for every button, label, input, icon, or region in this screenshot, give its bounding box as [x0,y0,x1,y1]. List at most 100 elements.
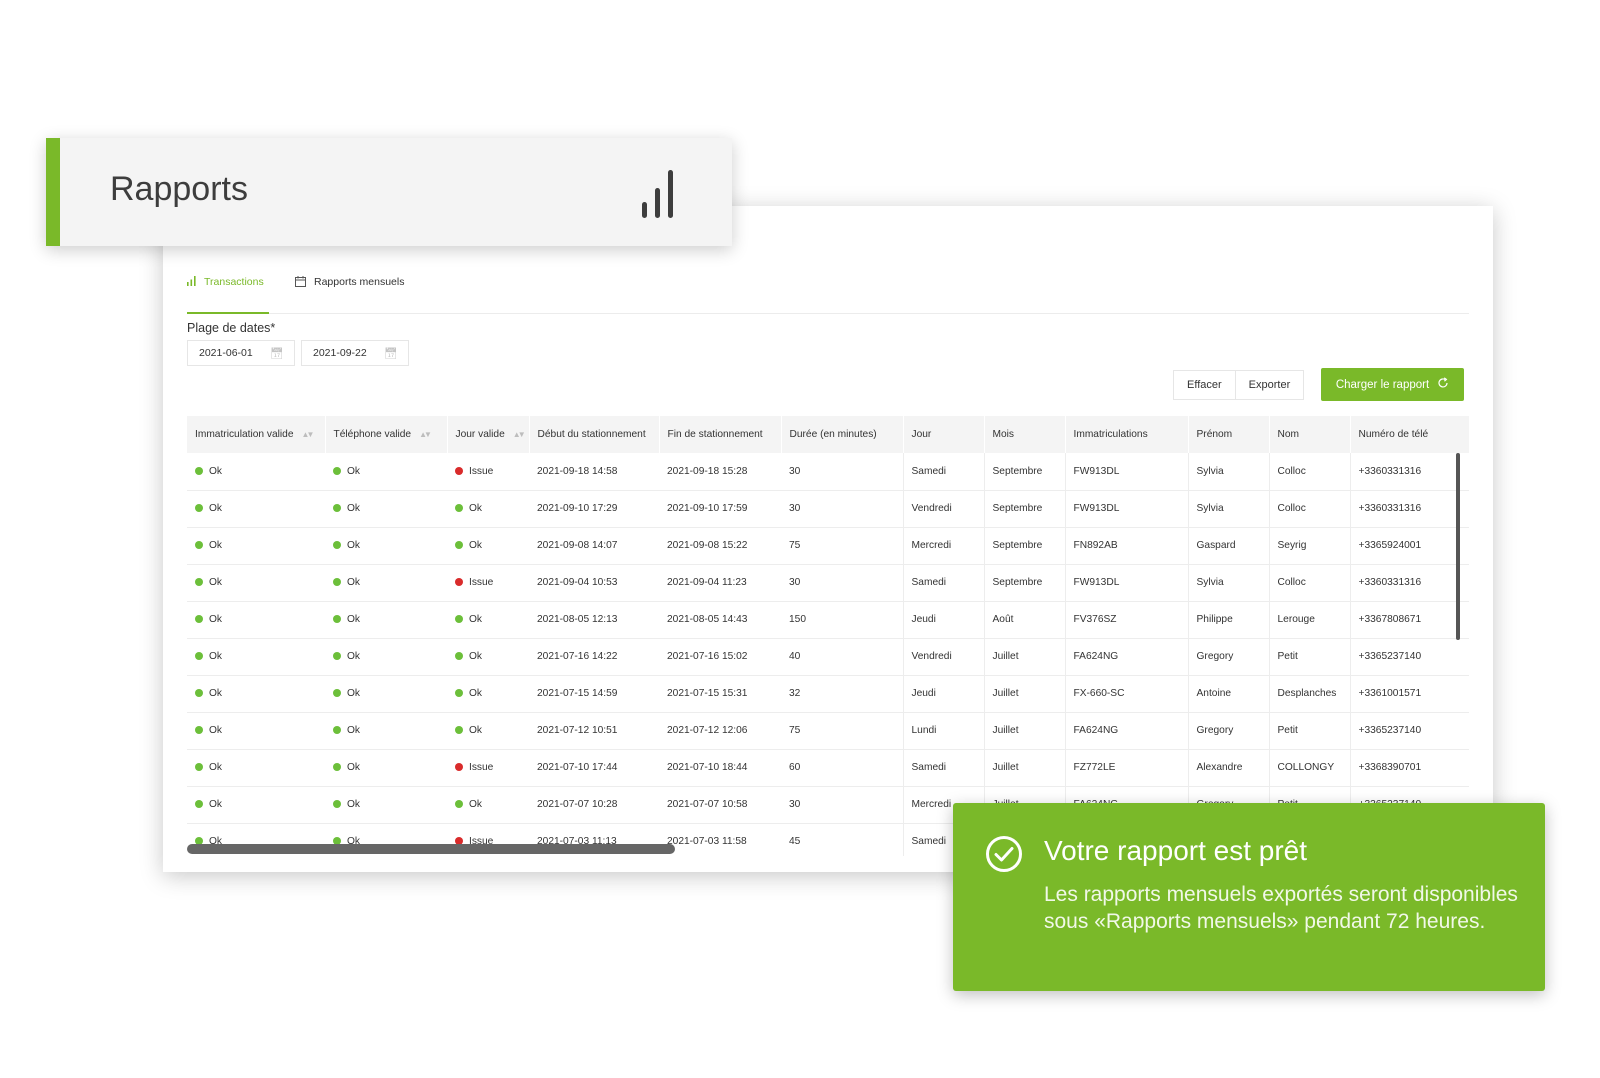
cell-value: 2021-07-15 14:59 [537,688,618,699]
table-cell: FW913DL [1065,453,1189,491]
cell-value: Ok [347,465,361,477]
status-ok-dot [333,578,341,586]
cell-value: 2021-07-16 15:02 [667,651,748,662]
export-button[interactable]: Exporter [1234,371,1304,399]
cell-value: 2021-07-16 14:22 [537,651,618,662]
table-cell: Ok [187,453,325,491]
table-cell: Ok [447,675,529,713]
table-cell: Ok [325,749,447,787]
status-issue-dot [455,763,463,771]
cell-value: Ok [209,503,223,514]
cell-value: Ok [347,577,361,588]
table-cell: Sylvia [1188,564,1270,602]
cell-value: Septembre [992,503,1043,514]
status-ok-dot [333,726,341,734]
table-cell: Ok [447,490,529,528]
table-cell: Ok [447,601,529,639]
table-cell: Ok [447,786,529,824]
table-cell: Antoine [1188,675,1270,713]
status-ok-dot [195,763,203,771]
tab-rapports-mensuels[interactable]: Rapports mensuels [295,276,404,314]
table-cell: Ok [187,601,325,639]
cell-value: Gaspard [1196,540,1236,551]
status-ok-dot [195,726,203,734]
sort-icon[interactable]: ▲▼ [419,430,432,439]
column-header-label: Téléphone valide [333,429,412,440]
table-cell: 2021-09-10 17:59 [659,490,781,528]
status-ok-dot [195,504,203,512]
status-ok-dot [333,652,341,660]
date-to-value: 2021-09-22 [313,347,367,359]
cell-value: FV376SZ [1073,614,1117,625]
table-row[interactable]: Ok Ok Ok 2021-07-15 14:59 2021-07-15 15:31 32… [187,675,1469,713]
table-cell: Juillet [984,675,1066,713]
column-header-label: Fin de stationnement [667,429,763,440]
column-header-label: Prénom [1196,429,1233,440]
table-cell: FN892AB [1065,527,1189,565]
load-report-button[interactable]: Charger le rapport [1321,368,1464,401]
date-from-input[interactable]: 2021-06-01 📅︎ [187,340,295,366]
table-cell: FX-660-SC [1065,675,1189,713]
cell-value: Juillet [992,651,1019,662]
column-header: Durée (en minutes) [781,416,904,453]
table-cell: Juillet [984,638,1066,676]
tab-transactions[interactable]: Transactions [187,276,269,314]
table-row[interactable]: Ok Ok Issue 2021-07-10 17:44 2021-07-10 18:4… [187,749,1469,787]
table-cell: Ok [325,638,447,676]
cell-value: FA624NG [1073,651,1119,662]
table-row[interactable]: Ok Ok Ok 2021-08-05 12:13 2021-08-05 14:43 15… [187,601,1469,639]
cell-value: 2021-07-12 10:51 [537,725,618,736]
horizontal-scrollbar[interactable] [187,844,675,854]
table-cell: Gregory [1188,712,1270,750]
column-header[interactable]: Téléphone valide ▲▼ [325,416,448,453]
cell-value: 30 [789,503,801,514]
cell-value: 40 [789,651,801,662]
sort-icon[interactable]: ▲▼ [513,430,526,439]
check-circle-icon [985,835,1023,878]
status-ok-dot [333,800,341,808]
column-header-label: Mois [992,429,1015,440]
column-header-label: Début du stationnement [537,429,646,440]
clear-button[interactable]: Effacer [1174,371,1235,399]
table-row[interactable]: Ok Ok Ok 2021-07-16 14:22 2021-07-16 15:02 40… [187,638,1469,676]
status-ok-dot [333,466,341,475]
cell-value: Ok [469,799,483,810]
cell-value: 75 [789,725,801,736]
column-header[interactable]: Jour valide ▲▼ [447,416,530,453]
table-row[interactable]: Ok Ok Ok 2021-07-12 10:51 2021-07-12 12:06 75… [187,712,1469,750]
table-cell: +3360331316 [1350,453,1469,491]
cell-value: 2021-07-07 10:28 [537,799,618,810]
cell-value: 150 [789,614,806,625]
cell-value: Ok [469,614,483,625]
cell-value: 2021-09-04 10:53 [537,577,618,588]
status-issue-dot [455,578,463,586]
table-cell: Ok [325,675,447,713]
status-ok-dot [195,615,203,623]
table-cell: +3365924001 [1350,527,1469,565]
toast-title: Votre rapport est prêt [1044,835,1308,866]
table-cell: Ok [325,527,447,565]
refresh-icon [1437,377,1449,392]
table-cell: +3365237140 [1350,712,1469,750]
table-row[interactable]: Ok Ok Ok 2021-09-10 17:29 2021-09-10 17:59 30… [187,490,1469,528]
column-header[interactable]: Immatriculation valide ▲▼ [187,416,326,453]
table-row[interactable]: Ok Ok Issue 2021-09-18 14:58 2021-09-18 15:2… [187,453,1469,491]
table-cell: Samedi [903,749,985,787]
table-cell: Ok [187,564,325,602]
cell-value: Juillet [992,725,1019,736]
table-row[interactable]: Ok Ok Ok 2021-09-08 14:07 2021-09-08 15:22 75… [187,527,1469,565]
column-header: Début du stationnement [529,416,660,453]
table-cell: Jeudi [903,601,985,639]
date-to-input[interactable]: 2021-09-22 📅︎ [301,340,409,366]
column-header-label: Immatriculations [1073,429,1148,440]
transactions-table-container[interactable]: Immatriculation valide ▲▼ Téléphone valide… [187,416,1469,856]
action-button-group: Effacer Exporter [1173,370,1305,400]
table-cell: Gaspard [1188,527,1270,565]
table-cell: 2021-08-05 12:13 [529,601,659,639]
table-cell: Colloc [1269,564,1351,602]
vertical-scrollbar[interactable] [1456,453,1460,640]
status-ok-dot [455,652,463,660]
page-title: Rapports [110,170,248,208]
sort-icon[interactable]: ▲▼ [302,430,315,439]
table-row[interactable]: Ok Ok Issue 2021-09-04 10:53 2021-09-04 11:2… [187,564,1469,602]
